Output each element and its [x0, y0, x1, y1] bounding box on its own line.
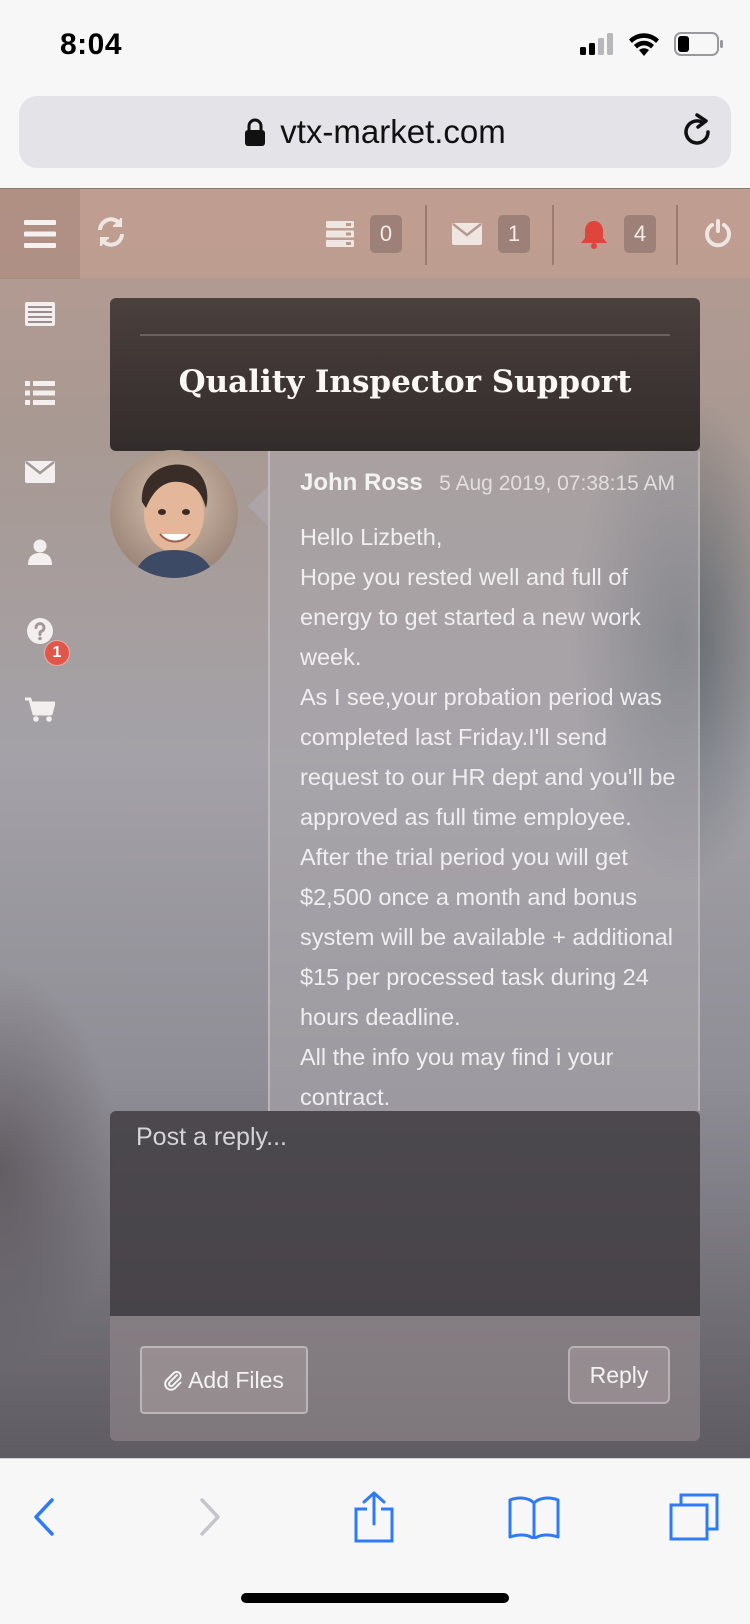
address-bar[interactable]: vtx-market.com	[19, 96, 731, 168]
envelope-icon	[452, 223, 482, 245]
add-files-button[interactable]: Add Files	[140, 1346, 308, 1414]
share-icon	[354, 1491, 394, 1543]
chevron-right-icon	[200, 1498, 220, 1536]
lock-icon	[245, 118, 266, 146]
message-line: As I see,your probation period was compl…	[300, 684, 676, 830]
app-sidebar	[0, 278, 80, 1458]
reload-icon[interactable]	[677, 112, 717, 152]
server-icon	[326, 221, 354, 247]
tabs-icon	[669, 1493, 719, 1541]
message-body: Hello Lizbeth, Hope you rested well and …	[300, 517, 680, 1111]
user-icon	[28, 539, 52, 565]
avatar-photo	[110, 450, 238, 578]
topbar-divider	[676, 205, 678, 265]
message-header: John Ross 5 Aug 2019, 07:38:15 AM	[300, 469, 675, 497]
add-files-label: Add Files	[188, 1366, 284, 1393]
tasks-counter[interactable]: 0	[326, 189, 402, 279]
ticket-title: Quality Inspector Support	[178, 364, 632, 400]
message-line: All the info you may find i your contrac…	[300, 1044, 614, 1110]
chevron-left-icon	[34, 1498, 54, 1536]
list-icon	[25, 381, 55, 405]
status-time: 8:04	[60, 28, 123, 61]
notifications-counter[interactable]: 4	[580, 189, 656, 279]
message-card: John Ross 5 Aug 2019, 07:38:15 AM Hello …	[268, 451, 700, 1111]
ticket-header: Quality Inspector Support	[110, 298, 700, 451]
author-avatar	[110, 450, 238, 578]
back-button[interactable]	[14, 1487, 74, 1547]
topbar-divider	[552, 205, 554, 265]
envelope-icon	[25, 461, 55, 483]
book-icon	[508, 1496, 560, 1539]
notifications-count-badge: 4	[624, 215, 656, 253]
header-divider	[140, 334, 670, 336]
list-alt-icon	[25, 302, 55, 326]
app-container: 0 1 4 1 Quality Inspector Support John R…	[0, 188, 750, 1458]
reply-actions: Add Files Reply	[110, 1316, 700, 1441]
tasks-count-badge: 0	[370, 215, 402, 253]
share-button[interactable]	[344, 1487, 404, 1547]
topbar-divider	[425, 205, 427, 265]
reply-box	[110, 1111, 700, 1316]
status-bar: 8:04	[0, 0, 750, 90]
message-line: After the trial period you will get $2,5…	[300, 844, 673, 1030]
menu-toggle-button[interactable]	[0, 189, 80, 279]
cart-icon	[25, 697, 55, 722]
wifi-icon	[629, 33, 659, 56]
sidebar-item-messages[interactable]	[20, 452, 60, 492]
message-date: 5 Aug 2019, 07:38:15 AM	[439, 472, 676, 495]
message-line: Hope you rested well and full of energy …	[300, 564, 641, 670]
reply-button[interactable]: Reply	[568, 1346, 670, 1404]
hamburger-icon	[24, 220, 56, 248]
messages-counter[interactable]: 1	[452, 189, 530, 279]
bell-icon	[581, 221, 607, 249]
home-indicator	[241, 1593, 509, 1603]
sidebar-item-profile[interactable]	[20, 532, 60, 572]
app-topbar: 0 1 4	[0, 188, 750, 279]
sidebar-item-shop[interactable]	[20, 690, 60, 730]
message-pointer	[248, 486, 268, 526]
paperclip-icon	[164, 1370, 182, 1391]
sidebar-item-dashboard[interactable]	[20, 294, 60, 334]
forward-button[interactable]	[180, 1487, 240, 1547]
message-author: John Ross	[300, 469, 423, 496]
sidebar-messages-badge: 1	[44, 640, 70, 666]
sidebar-item-tasks[interactable]	[20, 373, 60, 413]
url-text: vtx-market.com	[280, 113, 506, 150]
status-icons	[580, 32, 724, 56]
message-line: Hello Lizbeth,	[300, 524, 443, 550]
cellular-signal-icon	[580, 33, 613, 55]
battery-icon	[674, 32, 723, 56]
refresh-icon[interactable]	[96, 215, 126, 249]
power-icon[interactable]	[703, 218, 733, 250]
reply-input[interactable]	[110, 1111, 700, 1316]
tabs-button[interactable]	[664, 1487, 724, 1547]
messages-count-badge: 1	[498, 215, 530, 253]
bookmarks-button[interactable]	[504, 1487, 564, 1547]
